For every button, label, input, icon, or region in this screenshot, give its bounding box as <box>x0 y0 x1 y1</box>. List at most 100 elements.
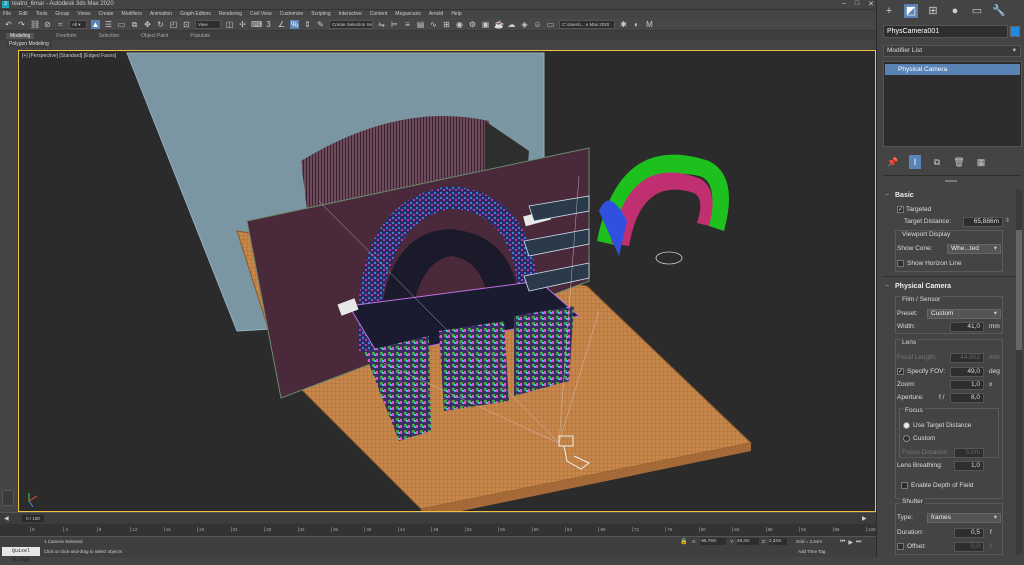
angle-snap-icon[interactable]: ∠ <box>277 20 286 29</box>
targeted-checkbox[interactable]: ✓ <box>897 206 904 213</box>
select-by-name-icon[interactable]: ☰ <box>104 20 113 29</box>
z-coordinate[interactable]: 2,34m <box>769 538 787 545</box>
selection-filter-dropdown[interactable]: All ▾ <box>69 19 87 29</box>
mirror-icon[interactable]: ⇋ <box>377 20 386 29</box>
menu-civil-view[interactable]: Civil View <box>250 11 272 17</box>
folder-icon[interactable]: ▭ <box>546 20 555 29</box>
offset-spinner[interactable]: 0,0 <box>954 542 984 552</box>
menu-file[interactable]: File <box>3 11 11 17</box>
display-tab-icon[interactable]: ▭ <box>970 4 984 18</box>
go-to-end-icon[interactable]: ⏭ <box>856 539 861 546</box>
show-horizon-checkbox[interactable] <box>897 260 904 267</box>
megascans-icon[interactable]: M <box>645 20 654 29</box>
quixel-bridge-button[interactable]: Quixel Bridge <box>2 547 40 563</box>
ribbon-tab-object-paint[interactable]: Object Paint <box>141 33 168 39</box>
menu-rendering[interactable]: Rendering <box>219 11 242 17</box>
x-coordinate[interactable]: -66,78m <box>700 538 726 545</box>
minimize-button[interactable]: – <box>842 0 846 8</box>
go-to-start-icon[interactable]: ⏮ <box>840 539 845 546</box>
layer-explorer-icon[interactable]: ≡ <box>403 20 412 29</box>
curve-editor-icon[interactable]: ∿ <box>429 20 438 29</box>
menu-animation[interactable]: Animation <box>150 11 172 17</box>
menu-views[interactable]: Views <box>77 11 90 17</box>
use-target-distance-radio[interactable] <box>903 422 910 429</box>
redo-icon[interactable]: ↷ <box>17 20 26 29</box>
polygon-modeling-label[interactable]: Polygon Modeling <box>6 40 52 48</box>
lens-breathing-spinner[interactable]: 1,0 <box>954 461 984 471</box>
width-spinner[interactable]: 41,0 <box>950 322 984 332</box>
object-color-swatch[interactable] <box>1010 26 1020 37</box>
render-shaded-icon[interactable]: ◐ <box>632 20 641 29</box>
panel-grip[interactable] <box>945 180 957 182</box>
panel-scrollbar-thumb[interactable] <box>1016 230 1022 350</box>
rectangular-selection-icon[interactable]: ▭ <box>117 20 126 29</box>
select-rotate-icon[interactable]: ↻ <box>156 20 165 29</box>
link-icon[interactable]: ⛓ <box>30 20 40 29</box>
lock-icon[interactable]: 🔒 <box>680 538 687 545</box>
select-move-icon[interactable]: ✥ <box>143 20 152 29</box>
configure-sets-icon[interactable]: ▦ <box>975 155 987 169</box>
prev-frame-icon[interactable]: ◀ <box>4 515 18 522</box>
maximize-button[interactable]: □ <box>855 0 859 8</box>
stack-item-physical-camera[interactable]: Physical Camera <box>885 64 1020 75</box>
aperture-spinner[interactable]: 8,0 <box>950 393 984 403</box>
material-editor-icon[interactable]: ◉ <box>455 20 464 29</box>
pivot-icon[interactable]: ◫ <box>225 20 234 29</box>
align-icon[interactable]: ⊨ <box>390 20 399 29</box>
offset-checkbox[interactable] <box>897 543 904 550</box>
menu-help[interactable]: Help <box>451 11 461 17</box>
remove-modifier-icon[interactable]: 🗑 <box>953 155 965 169</box>
workspace-path-dropdown[interactable]: C:\Users\... e Max 2020 <box>559 19 615 29</box>
show-end-result-icon[interactable]: I <box>909 155 921 169</box>
time-slider[interactable]: ◀ 0 / 100 ▶ <box>0 512 876 524</box>
object-name-field[interactable]: PhysCamera001 <box>883 25 1008 38</box>
next-frame-icon[interactable]: ▶ <box>862 515 872 522</box>
menu-interactive[interactable]: Interactive <box>339 11 362 17</box>
physical-camera-rollout-header[interactable]: Physical Camera <box>883 281 1021 292</box>
ribbon-tab-freeform[interactable]: Freeform <box>56 33 76 39</box>
show-cone-dropdown[interactable]: Whe...ted <box>947 244 1001 254</box>
duration-spinner[interactable]: 0,5 <box>954 528 984 538</box>
frame-counter[interactable]: 0 / 100 <box>22 515 44 522</box>
menu-create[interactable]: Create <box>99 11 114 17</box>
spinner-snap-icon[interactable]: ⇕ <box>303 20 312 29</box>
rendered-frame-icon[interactable]: ▣ <box>481 20 490 29</box>
add-time-tag[interactable]: Add Time Tag <box>798 549 825 554</box>
spinner-arrows-icon[interactable]: ⇕ <box>1005 217 1010 224</box>
percent-snap-icon[interactable]: % <box>290 19 299 29</box>
play-icon[interactable]: ▶ <box>848 539 853 546</box>
modifier-list-dropdown[interactable]: Modifier List ▾ <box>883 45 1021 57</box>
utilities-tab-icon[interactable]: 🔧 <box>992 4 1006 18</box>
reference-coord-dropdown[interactable]: View <box>195 19 221 29</box>
enable-dof-checkbox[interactable] <box>901 482 908 489</box>
window-crossing-icon[interactable]: ⧉ <box>130 20 139 29</box>
select-scale-icon[interactable]: ◰ <box>169 20 178 29</box>
create-tab-icon[interactable]: + <box>882 4 896 18</box>
target-distance-spinner[interactable]: 65,886m <box>963 217 1003 227</box>
menu-arnold[interactable]: Arnold <box>429 11 443 17</box>
zoom-spinner[interactable]: 1,0 <box>950 380 984 390</box>
arnold-icon[interactable]: ✱ <box>619 20 628 29</box>
menu-graph-editors[interactable]: Graph Editors <box>180 11 211 17</box>
track-bar[interactable]: 0 4 8 12 16 20 24 28 32 36 40 44 48 52 56 60 64 68 72 76 80 8… <box>0 524 876 536</box>
menu-scripting[interactable]: Scripting <box>311 11 330 17</box>
ribbon-tab-modeling[interactable]: Modeling <box>6 32 35 39</box>
undo-icon[interactable]: ↶ <box>4 20 13 29</box>
select-object-icon[interactable]: ▲ <box>91 19 100 29</box>
shutter-type-dropdown[interactable]: frames <box>927 513 1001 523</box>
render-icon[interactable]: ☕ <box>494 20 504 29</box>
a360-icon[interactable]: ◈ <box>520 20 529 29</box>
ribbon-tab-populate[interactable]: Populate <box>190 33 210 39</box>
viewport-layout-tab[interactable] <box>2 490 14 506</box>
menu-group[interactable]: Group <box>55 11 69 17</box>
manipulate-icon[interactable]: ✢ <box>238 20 247 29</box>
perspective-viewport[interactable]: [+] [Perspective] [Standard] [Edged Face… <box>18 50 876 512</box>
close-button[interactable]: ✕ <box>868 0 874 8</box>
render-setup-icon[interactable]: ⚙ <box>468 20 477 29</box>
menu-edit[interactable]: Edit <box>19 11 28 17</box>
preset-dropdown[interactable]: Custom <box>927 309 1001 319</box>
basic-rollout-header[interactable]: Basic <box>883 190 1021 201</box>
user-icon[interactable]: ☺ <box>533 20 542 29</box>
unlink-icon[interactable]: ⊘ <box>43 20 52 29</box>
menu-modifiers[interactable]: Modifiers <box>122 11 142 17</box>
